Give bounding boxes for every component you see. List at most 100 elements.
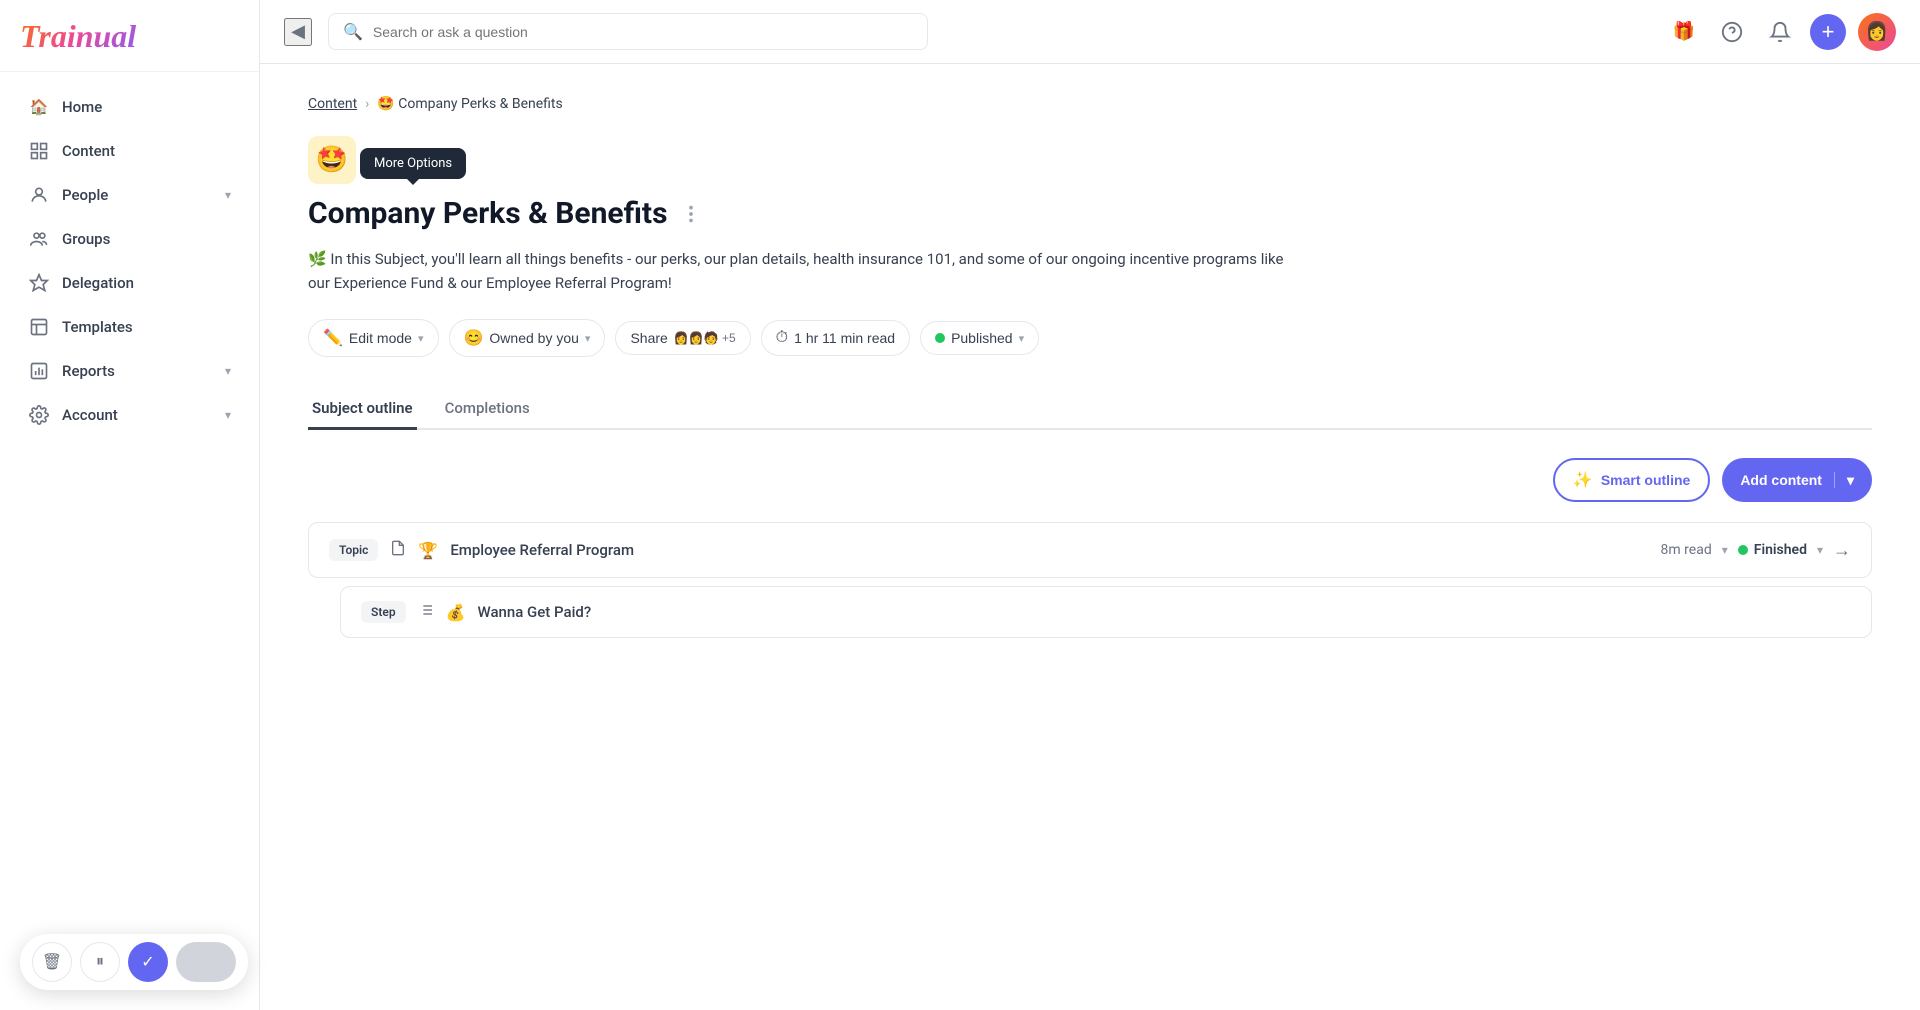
tab-subject-outline[interactable]: Subject outline	[308, 389, 417, 430]
owned-by-button[interactable]: 😊 Owned by you ▾	[449, 319, 606, 357]
help-button[interactable]	[1714, 14, 1750, 50]
avatar[interactable]: 👩	[1858, 13, 1896, 51]
bottom-toolbar: 🗑 ⏸ ✓	[20, 934, 248, 990]
list-icon	[418, 602, 434, 622]
clock-icon: ⏱	[776, 329, 788, 347]
templates-icon	[28, 316, 50, 338]
logo-text: Trainual	[20, 18, 136, 54]
share-avatars: 👩👩🧑 +5	[674, 331, 736, 345]
tabs: Subject outline Completions	[308, 389, 1872, 430]
account-icon	[28, 404, 50, 426]
owned-by-chevron-icon: ▾	[585, 332, 591, 345]
sidebar-item-groups[interactable]: Groups	[8, 218, 251, 260]
sidebar-item-content[interactable]: Content	[8, 130, 251, 172]
add-content-chevron-icon: ▾	[1847, 472, 1854, 489]
check-button[interactable]: ✓	[128, 942, 168, 982]
groups-icon	[28, 228, 50, 250]
delete-button[interactable]: 🗑	[32, 942, 72, 982]
button-divider	[1834, 472, 1835, 488]
edit-mode-button[interactable]: ✏️ Edit mode ▾	[308, 319, 439, 357]
page-content: Content › 🤩 Company Perks & Benefits 🤩 C…	[260, 64, 1920, 1010]
edit-mode-label: Edit mode	[349, 330, 412, 346]
file-icon	[390, 540, 406, 560]
read-time-chevron-button[interactable]: ▾	[1722, 543, 1728, 557]
sidebar-label-account: Account	[62, 406, 213, 424]
status-chevron-button[interactable]: ▾	[1817, 543, 1823, 557]
sidebar-nav: 🏠 Home Content People ▾ Groups	[0, 72, 259, 1010]
topic-title: Employee Referral Program	[450, 541, 634, 559]
navigate-arrow-button[interactable]: →	[1833, 540, 1851, 561]
edit-mode-chevron-icon: ▾	[418, 332, 424, 345]
topbar: ◀ 🔍 🎁 + 👩	[260, 0, 1920, 64]
sidebar-label-people: People	[62, 186, 213, 204]
read-time-value: 8m read	[1661, 542, 1712, 558]
table-row: Topic 🏆 Employee Referral Program 8m rea…	[308, 522, 1872, 578]
share-label: Share	[630, 330, 667, 346]
chevron-down-icon: ▾	[225, 188, 231, 202]
delegation-icon	[28, 272, 50, 294]
breadcrumb-parent[interactable]: Content	[308, 96, 357, 112]
sidebar-label-home: Home	[62, 98, 231, 116]
read-time-label: 1 hr 11 min read	[794, 330, 895, 346]
people-icon	[28, 184, 50, 206]
subject-title: Company Perks & Benefits	[308, 196, 668, 231]
owned-by-label: Owned by you	[489, 330, 579, 346]
smart-outline-label: Smart outline	[1601, 472, 1690, 488]
more-options-tooltip: More Options	[360, 148, 466, 179]
gift-button[interactable]: 🎁	[1666, 14, 1702, 50]
create-button[interactable]: +	[1810, 14, 1846, 50]
content-actions: ✨ Smart outline Add content ▾	[308, 458, 1872, 502]
finished-label: Finished	[1754, 542, 1807, 558]
logo[interactable]: Trainual	[0, 0, 259, 72]
subject-emoji: 🤩	[308, 136, 356, 184]
read-time-button[interactable]: ⏱ 1 hr 11 min read	[761, 320, 910, 356]
extra-button[interactable]	[176, 942, 236, 982]
sidebar-item-reports[interactable]: Reports ▾	[8, 350, 251, 392]
topic-badge: Topic	[329, 539, 378, 561]
subject-title-row: Company Perks & Benefits More Options	[308, 196, 1872, 231]
list-item: Step 💰 Wanna Get Paid?	[340, 586, 1872, 638]
edit-icon: ✏️	[323, 328, 343, 348]
topic-emoji: 🏆	[418, 541, 438, 560]
smart-outline-icon: ✨	[1573, 470, 1593, 490]
sidebar-item-account[interactable]: Account ▾	[8, 394, 251, 436]
share-button[interactable]: Share 👩👩🧑 +5	[615, 321, 750, 355]
breadcrumb-current: 🤩 Company Perks & Benefits	[377, 96, 562, 112]
main-area: ◀ 🔍 🎁 + 👩 Content › 🤩 Company Perks & Be…	[260, 0, 1920, 1010]
smart-outline-button[interactable]: ✨ Smart outline	[1553, 458, 1710, 502]
step-badge: Step	[361, 601, 406, 623]
sidebar-label-content: Content	[62, 142, 231, 160]
finished-dot-icon	[1738, 545, 1748, 555]
sidebar-item-templates[interactable]: Templates	[8, 306, 251, 348]
status-badge: Finished	[1738, 542, 1807, 558]
sidebar-item-people[interactable]: People ▾	[8, 174, 251, 216]
sidebar-label-templates: Templates	[62, 318, 231, 336]
breadcrumb-separator: ›	[365, 96, 369, 112]
search-bar: 🔍	[328, 13, 928, 50]
tab-completions[interactable]: Completions	[441, 389, 534, 430]
collapse-sidebar-button[interactable]: ◀	[284, 18, 312, 46]
step-title: Wanna Get Paid?	[477, 603, 591, 621]
step-emoji: 💰	[446, 603, 466, 622]
topic-meta: 8m read ▾ Finished ▾ →	[1661, 540, 1851, 561]
add-content-label: Add content	[1740, 472, 1822, 488]
sidebar-item-delegation[interactable]: Delegation	[8, 262, 251, 304]
reports-icon	[28, 360, 50, 382]
status-button[interactable]: Published ▾	[920, 321, 1039, 355]
chevron-down-icon-account: ▾	[225, 408, 231, 422]
content-icon	[28, 140, 50, 162]
add-content-button[interactable]: Add content ▾	[1722, 458, 1872, 502]
pause-button[interactable]: ⏸	[80, 942, 120, 982]
sidebar-item-home[interactable]: 🏠 Home	[8, 86, 251, 128]
sidebar-label-delegation: Delegation	[62, 274, 231, 292]
breadcrumb: Content › 🤩 Company Perks & Benefits	[308, 96, 1872, 112]
search-icon: 🔍	[343, 22, 363, 41]
subject-description: 🌿 In this Subject, you'll learn all thin…	[308, 247, 1308, 295]
owner-icon: 😊	[464, 328, 484, 348]
notifications-button[interactable]	[1762, 14, 1798, 50]
more-options-button[interactable]	[680, 203, 702, 225]
status-chevron-icon: ▾	[1019, 332, 1025, 345]
sidebar-label-groups: Groups	[62, 230, 231, 248]
status-dot-icon	[935, 333, 945, 343]
search-input[interactable]	[373, 24, 913, 40]
